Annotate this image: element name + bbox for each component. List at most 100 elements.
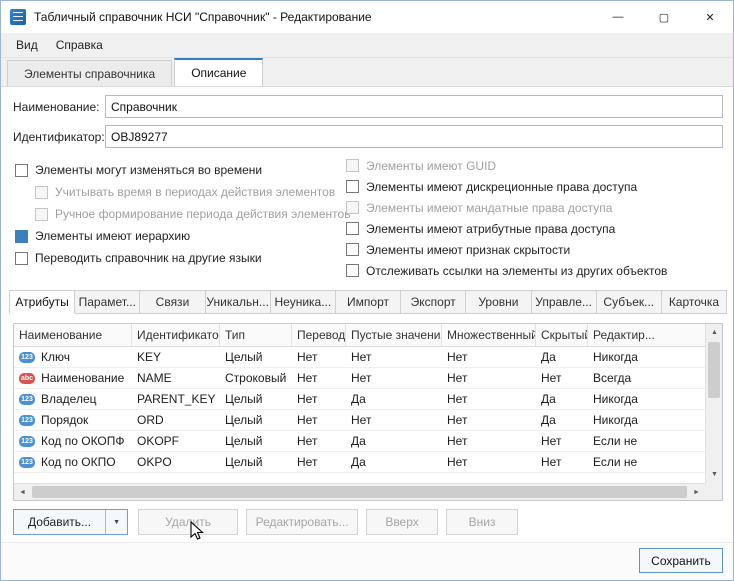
save-button[interactable]: Сохранить <box>639 548 723 573</box>
column-header[interactable]: Тип <box>220 324 292 346</box>
vertical-scrollbar[interactable]: ▲ ▼ <box>705 324 722 483</box>
checkbox[interactable] <box>346 180 359 193</box>
checkbox-row[interactable]: Элементы могут изменяться во времени <box>15 159 335 181</box>
cell: Если не <box>588 431 690 451</box>
vertical-scroll-thumb[interactable] <box>708 342 720 398</box>
checkbox <box>346 159 359 172</box>
scroll-up-icon[interactable]: ▲ <box>706 324 723 341</box>
scroll-down-icon[interactable]: ▼ <box>706 466 723 483</box>
checkbox-row[interactable]: Переводить справочник на другие языки <box>15 247 335 269</box>
scroll-right-icon[interactable]: ► <box>688 484 705 501</box>
cell: Да <box>536 389 588 409</box>
delete-button[interactable]: Удалить <box>138 509 238 535</box>
inner-tab[interactable]: Управле... <box>532 290 597 314</box>
cell: Да <box>536 347 588 367</box>
checkbox[interactable] <box>15 252 28 265</box>
move-down-button[interactable]: Вниз <box>446 509 518 535</box>
cell: 123Код по ОКОПФ <box>14 431 132 451</box>
inner-tab[interactable]: Экспорт <box>401 290 466 314</box>
checkbox-label: Элементы имеют атрибутные права доступа <box>366 222 615 236</box>
column-header[interactable]: Редактир... <box>588 324 690 346</box>
table-row[interactable]: 123ИННINNСтроковыйНетДаНетНетЕсли не <box>14 473 705 478</box>
cell: Строковый <box>220 473 292 478</box>
cell: Целый <box>220 347 292 367</box>
checkbox-label: Учитывать время в периодах действия элем… <box>55 185 335 199</box>
checkbox[interactable] <box>15 164 28 177</box>
cell: Нет <box>346 368 442 388</box>
add-button-label[interactable]: Добавить... <box>14 510 105 534</box>
inner-tab[interactable]: Импорт <box>336 290 401 314</box>
table-row[interactable]: 123Код по ОКОПФOKOPFЦелыйНетДаНетНетЕсли… <box>14 431 705 452</box>
checkbox-row[interactable]: Элементы имеют признак скрытости <box>346 239 726 260</box>
inner-tab[interactable]: Парамет... <box>75 290 140 314</box>
checkbox-row[interactable]: Учитывать время в периодах действия элем… <box>35 181 335 203</box>
cell: KEY <box>132 347 220 367</box>
column-header[interactable]: Множественный <box>442 324 536 346</box>
checkbox-row[interactable]: Отслеживать ссылки на элементы из других… <box>346 260 726 281</box>
table-row[interactable]: abcНаименованиеNAMEСтроковыйНетНетНетНет… <box>14 368 705 389</box>
identifier-input[interactable] <box>105 125 723 148</box>
string-type-icon: abc <box>19 373 35 384</box>
numeric-type-icon: 123 <box>19 352 35 363</box>
inner-tab[interactable]: Атрибуты <box>9 290 75 314</box>
checkbox[interactable] <box>346 243 359 256</box>
inner-tab[interactable]: Уровни <box>466 290 531 314</box>
menu-item[interactable]: Вид <box>7 34 47 56</box>
column-header[interactable]: Идентификатор <box>132 324 220 346</box>
inner-tab[interactable]: Уникальн... <box>206 290 271 314</box>
tab[interactable]: Элементы справочника <box>7 60 172 86</box>
inner-tab[interactable]: Связи <box>140 290 205 314</box>
column-header[interactable]: Пустые значения <box>346 324 442 346</box>
tab[interactable]: Описание <box>174 58 263 86</box>
inner-tab[interactable]: Карточка <box>662 290 727 314</box>
cell: Да <box>346 389 442 409</box>
cell: Если не <box>588 473 690 478</box>
table-row[interactable]: 123ВладелецPARENT_KEYЦелыйНетДаНетДаНико… <box>14 389 705 410</box>
menu-bar: ВидСправка <box>1 33 733 58</box>
cell: 123ИНН <box>14 473 132 478</box>
horizontal-scroll-thumb[interactable] <box>32 486 687 498</box>
cell: Нет <box>442 368 536 388</box>
cell: 123Владелец <box>14 389 132 409</box>
menu-item[interactable]: Справка <box>47 34 112 56</box>
table-row[interactable]: 123КлючKEYЦелыйНетНетНетДаНикогда <box>14 347 705 368</box>
scroll-left-icon[interactable]: ◄ <box>14 484 31 501</box>
horizontal-scrollbar[interactable]: ◄ ► <box>14 483 705 500</box>
cell: Нет <box>536 452 588 472</box>
dialog-window: Табличный справочник НСИ "Справочник" - … <box>0 0 734 581</box>
checkbox-row[interactable]: Элементы имеют атрибутные права доступа <box>346 218 726 239</box>
checkbox[interactable] <box>15 230 28 243</box>
checkbox[interactable] <box>346 222 359 235</box>
table-row[interactable]: 123ПорядокORDЦелыйНетНетНетДаНикогда <box>14 410 705 431</box>
add-dropdown-icon[interactable]: ▼ <box>105 510 127 534</box>
cell: abcНаименование <box>14 368 132 388</box>
inner-tab[interactable]: Неуника... <box>271 290 336 314</box>
checkbox-label: Элементы имеют дискреционные права досту… <box>366 180 637 194</box>
checkbox[interactable] <box>346 264 359 277</box>
checkbox-label: Элементы имеют иерархию <box>35 229 190 243</box>
minimize-button[interactable]: — <box>595 1 641 33</box>
checkbox-row[interactable]: Ручное формирование периода действия эле… <box>35 203 335 225</box>
cell: Нет <box>292 389 346 409</box>
table-row[interactable]: 123Код по ОКПОOKPOЦелыйНетДаНетНетЕсли н… <box>14 452 705 473</box>
cell: Нет <box>442 452 536 472</box>
numeric-type-icon: 123 <box>19 457 35 468</box>
checkbox-row[interactable]: Элементы имеют иерархию <box>15 225 335 247</box>
edit-button[interactable]: Редактировать... <box>246 509 358 535</box>
maximize-button[interactable]: ▢ <box>641 1 687 33</box>
checkbox-row[interactable]: Элементы имеют GUID <box>346 155 726 176</box>
cell: Да <box>346 452 442 472</box>
cell: Нет <box>442 347 536 367</box>
checkbox-row[interactable]: Элементы имеют мандатные права доступа <box>346 197 726 218</box>
add-button[interactable]: Добавить... ▼ <box>13 509 128 535</box>
checkbox-row[interactable]: Элементы имеют дискреционные права досту… <box>346 176 726 197</box>
cell: OKPO <box>132 452 220 472</box>
close-button[interactable]: ✕ <box>687 1 733 33</box>
title-bar: Табличный справочник НСИ "Справочник" - … <box>1 1 733 33</box>
column-header[interactable]: Наименование <box>14 324 132 346</box>
column-header[interactable]: Перевод <box>292 324 346 346</box>
move-up-button[interactable]: Вверх <box>366 509 438 535</box>
inner-tab[interactable]: Субъек... <box>597 290 662 314</box>
column-header[interactable]: Скрытый <box>536 324 588 346</box>
name-input[interactable] <box>105 95 723 118</box>
